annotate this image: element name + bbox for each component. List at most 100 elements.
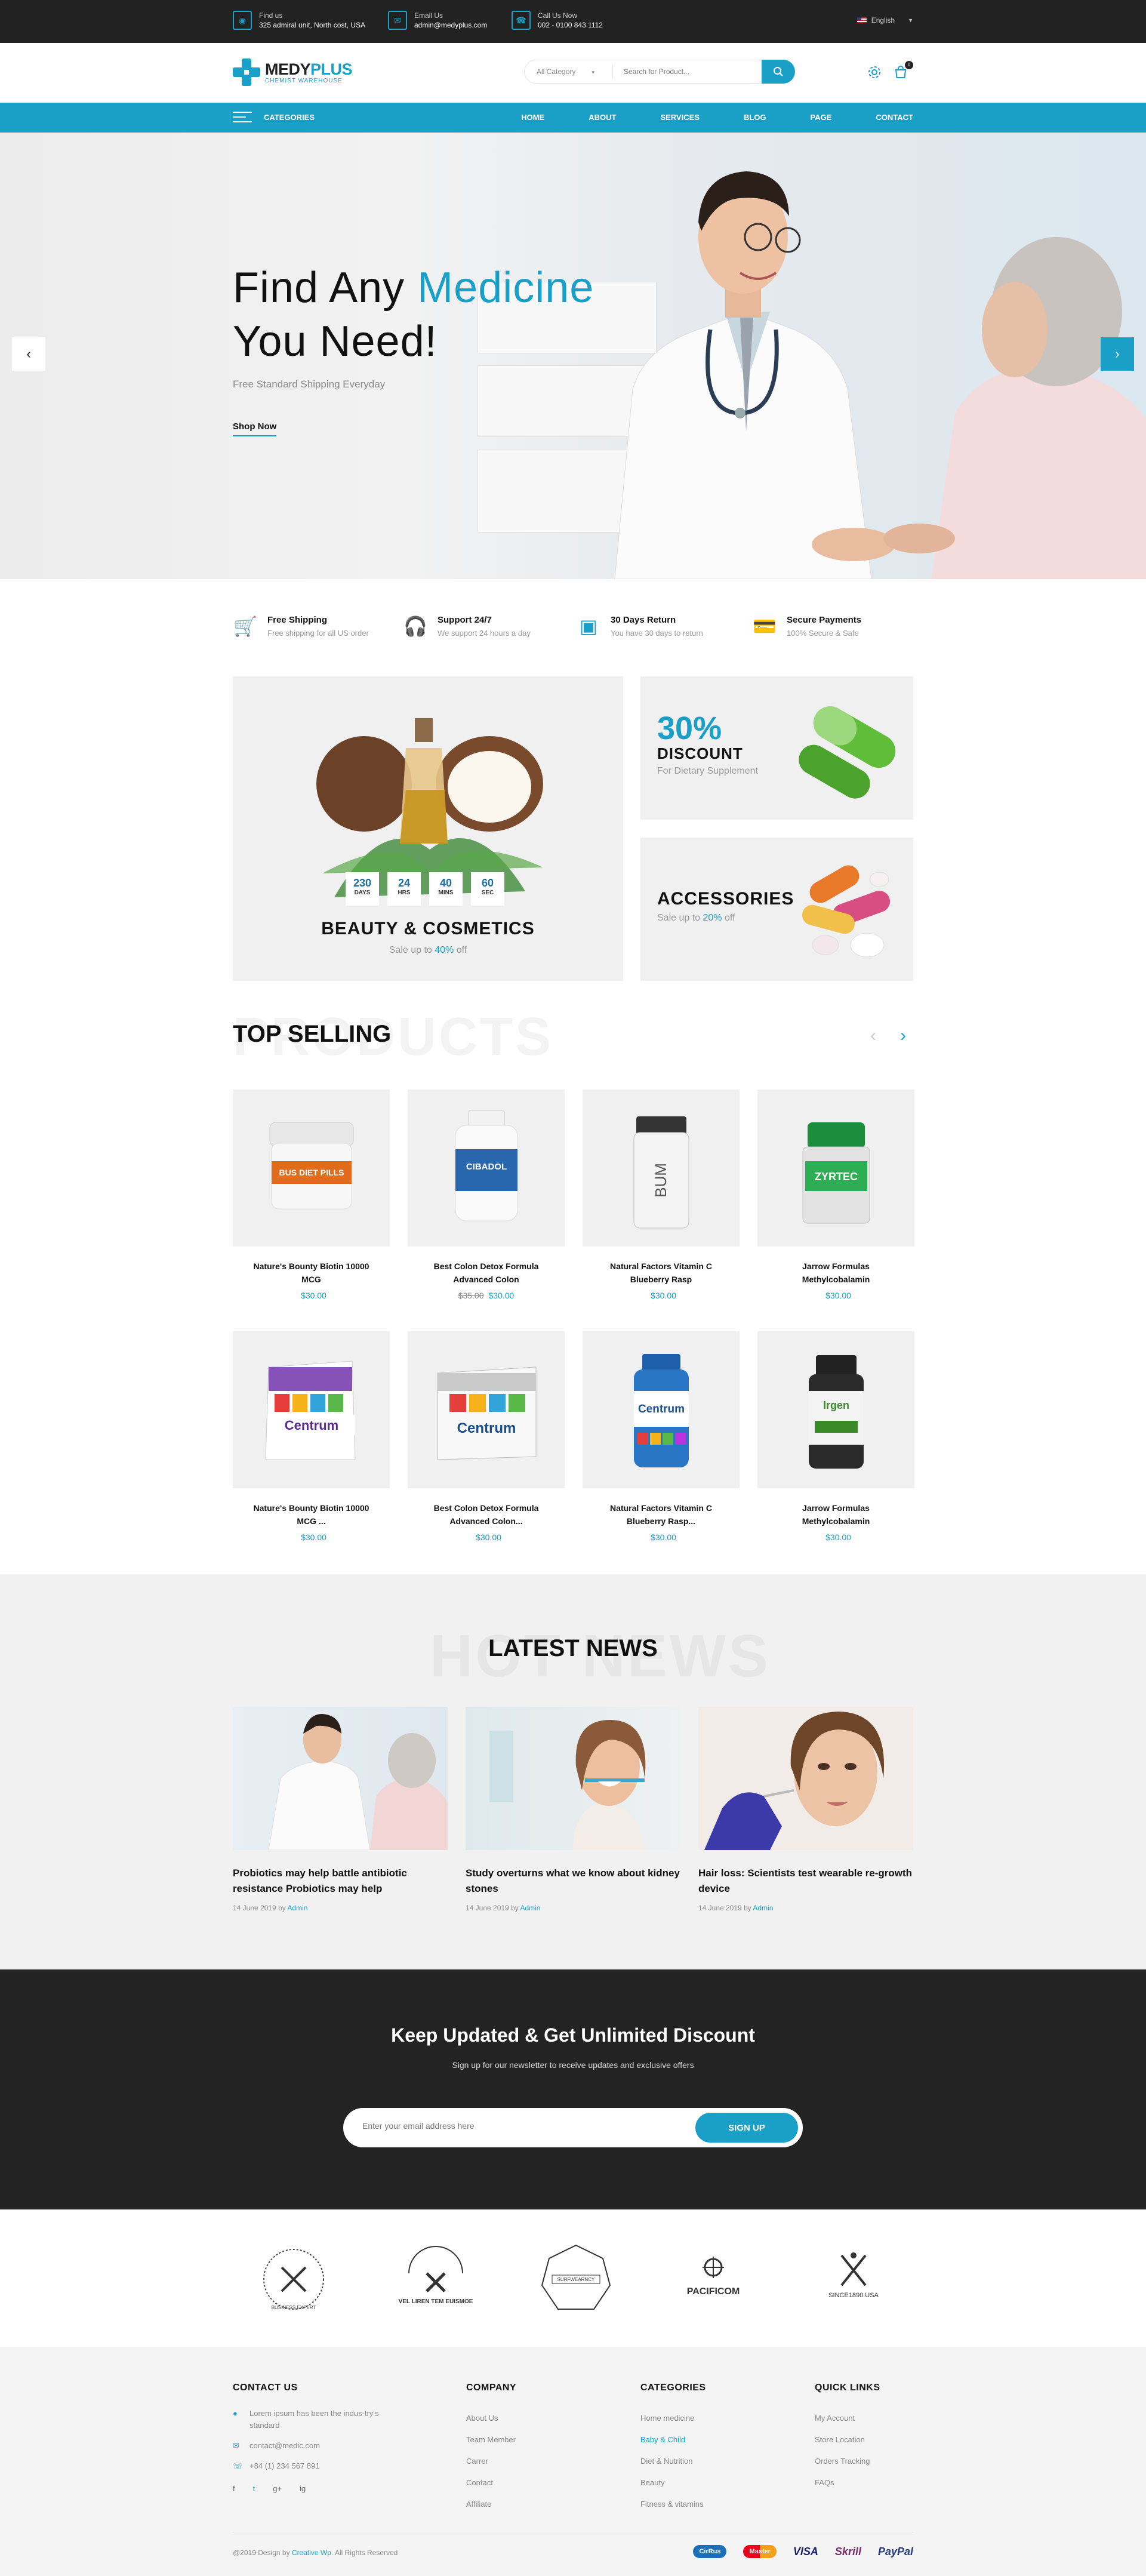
- footer-link[interactable]: Team Member: [466, 2429, 516, 2451]
- news-card[interactable]: Hair loss: Scientists test wearable re-g…: [698, 1707, 913, 1912]
- product-card[interactable]: Centrum Best Colon Detox Formula Advance…: [408, 1331, 565, 1542]
- brand-logo[interactable]: BUSINESS EXPERT: [252, 2240, 335, 2318]
- nav-blog[interactable]: BLOG: [744, 113, 766, 122]
- footer-link[interactable]: My Account: [815, 2408, 880, 2429]
- product-card[interactable]: ZYRTEC Jarrow Formulas Methylcobalamin $…: [757, 1090, 914, 1300]
- footer-link[interactable]: Beauty: [640, 2472, 706, 2494]
- instagram-icon[interactable]: ig: [300, 2484, 306, 2493]
- hero-title-highlight: Medicine: [417, 264, 594, 312]
- product-price: $30.00: [583, 1532, 740, 1542]
- countdown-value: 40: [439, 877, 452, 889]
- email-input[interactable]: [362, 2121, 601, 2131]
- footer-heading: CATEGORIES: [640, 2383, 706, 2393]
- brand-emblem-icon: SINCE1890.USA: [828, 2252, 879, 2299]
- find-us[interactable]: ◉ Find us 325 admiral unit, North cost, U…: [233, 11, 365, 30]
- facebook-icon[interactable]: f: [233, 2484, 235, 2493]
- newsletter-form: SIGN UP: [343, 2108, 803, 2147]
- product-image: BUS DIET PILLS: [233, 1090, 390, 1247]
- beauty-banner[interactable]: 230 DAYS 24 HRS 40 MINS 60 SEC BEAUTY & COSM…: [233, 676, 623, 981]
- footer-link[interactable]: Home medicine: [640, 2408, 706, 2429]
- footer-email[interactable]: ✉ contact@medic.com: [233, 2440, 412, 2452]
- language-selector[interactable]: English ▼: [857, 16, 913, 24]
- footer-link[interactable]: FAQs: [815, 2472, 880, 2494]
- product-card[interactable]: Centrum Nature's Bounty Biotin 10000 MCG…: [233, 1331, 390, 1542]
- footer-address: ● Lorem ipsum has been the indus-try's st…: [233, 2408, 412, 2432]
- nav-home[interactable]: HOME: [521, 113, 544, 122]
- brand-emblem-icon: SURFWEARNCY: [541, 2244, 611, 2310]
- footer-phone[interactable]: ☏ +84 (1) 234 567 891: [233, 2460, 412, 2472]
- feature-title: 30 Days Return: [611, 615, 676, 625]
- email-us[interactable]: ✉ Email Us admin@medyplus.com: [388, 11, 487, 30]
- top-bar: ◉ Find us 325 admiral unit, North cost, U…: [0, 0, 1146, 43]
- chevron-left-icon: ‹: [870, 1026, 876, 1045]
- category-select[interactable]: All Category ▼: [525, 64, 613, 79]
- product-name: Best Colon Detox Formula Advanced Colon.…: [433, 1503, 539, 1526]
- discount-banner[interactable]: 30% DISCOUNT For Dietary Supplement: [640, 676, 913, 820]
- chevron-left-icon: ‹: [26, 346, 31, 361]
- accessories-banner[interactable]: ACCESSORIES Sale up to 20% off: [640, 838, 913, 981]
- slider-prev-button[interactable]: ‹: [12, 337, 45, 371]
- nav-page[interactable]: PAGE: [811, 113, 832, 122]
- footer-link[interactable]: Baby & Child: [640, 2429, 706, 2451]
- cart-button[interactable]: 0: [893, 61, 913, 80]
- footer-link[interactable]: Affiliate: [466, 2494, 516, 2515]
- products-next-button[interactable]: ›: [900, 1026, 906, 1046]
- slider-next-button[interactable]: ›: [1101, 337, 1134, 371]
- header: MEDYPLUS CHEMIST WAREHOUSE All Category …: [0, 43, 1146, 103]
- product-card[interactable]: BUM Natural Factors Vitamin C Blueberry …: [583, 1090, 740, 1300]
- accessories-sub-highlight: 20%: [703, 913, 722, 923]
- product-card[interactable]: Centrum Natural Factors Vitamin C Bluebe…: [583, 1331, 740, 1542]
- logo[interactable]: MEDYPLUS CHEMIST WAREHOUSE: [233, 59, 353, 86]
- product-name: Jarrow Formulas Methylcobalamin: [802, 1261, 870, 1284]
- footer-link[interactable]: About Us: [466, 2408, 516, 2429]
- news-title: Hair loss: Scientists test wearable re-g…: [698, 1867, 913, 1894]
- countdown-unit: MINS: [438, 890, 454, 896]
- search-button[interactable]: [762, 60, 795, 84]
- categories-menu[interactable]: CATEGORIES: [233, 112, 315, 122]
- footer-link[interactable]: Carrer: [466, 2451, 516, 2472]
- product-card[interactable]: CIBADOL Best Colon Detox Formula Advance…: [408, 1090, 565, 1300]
- main-nav: CATEGORIES HOME ABOUT SERVICES BLOG PAGE…: [0, 103, 1146, 133]
- news-card[interactable]: Probiotics may help battle antibiotic re…: [233, 1707, 448, 1912]
- product-name: Nature's Bounty Biotin 10000 MCG: [253, 1261, 369, 1284]
- nav-about[interactable]: ABOUT: [589, 113, 616, 122]
- footer-link[interactable]: Contact: [466, 2472, 516, 2494]
- products-prev-button[interactable]: ‹: [870, 1026, 876, 1046]
- shop-now-button[interactable]: Shop Now: [233, 421, 277, 436]
- footer-link[interactable]: Orders Tracking: [815, 2451, 880, 2472]
- footer-heading: COMPANY: [466, 2383, 517, 2393]
- twitter-icon[interactable]: t: [253, 2484, 255, 2493]
- beauty-sub-text: Sale up to: [389, 945, 435, 955]
- brand-logo[interactable]: SINCE1890.USA: [812, 2240, 895, 2318]
- news-card[interactable]: Study overturns what we know about kidne…: [466, 1707, 680, 1912]
- brand-logo[interactable]: SURFWEARNCY: [534, 2240, 618, 2318]
- product-card[interactable]: BUS DIET PILLS Nature's Bounty Biotin 10…: [233, 1090, 390, 1300]
- category-select-value: All Category: [537, 67, 576, 76]
- feature-sub: Free shipping for all US order: [267, 629, 369, 638]
- location-icon: ●: [233, 2409, 238, 2418]
- nav-services[interactable]: SERVICES: [660, 113, 700, 122]
- footer-link[interactable]: Diet & Nutrition: [640, 2451, 706, 2472]
- logo-main: MEDY: [265, 60, 311, 78]
- footer-link[interactable]: Fitness & vitamins: [640, 2494, 706, 2515]
- search-input[interactable]: [613, 67, 750, 76]
- brand-logo[interactable]: VEL LIREN TEM EUISMOE: [394, 2240, 478, 2318]
- brand-logo[interactable]: PACIFICOM: [671, 2240, 755, 2318]
- product-label: Centrum: [285, 1418, 338, 1433]
- product-price: $30.00: [757, 1291, 914, 1300]
- countdown-timer: 230 DAYS 24 HRS 40 MINS 60 SEC: [346, 872, 504, 906]
- copyright-author-link[interactable]: Creative Wp: [292, 2549, 331, 2557]
- sign-up-button[interactable]: SIGN UP: [695, 2113, 798, 2143]
- hero-title: Find Any Medicine You Need!: [233, 261, 594, 368]
- nav-contact[interactable]: CONTACT: [876, 113, 913, 122]
- footer-link[interactable]: Store Location: [815, 2429, 880, 2451]
- settings-button[interactable]: [867, 64, 882, 80]
- call-us[interactable]: ☎ Call Us Now 002 - 0100 843 1112: [512, 11, 603, 30]
- google-plus-icon[interactable]: g+: [273, 2484, 282, 2493]
- footer-address-text: Lorem ipsum has been the indus-try's sta…: [249, 2409, 379, 2430]
- news-date: 14 June 2019 by: [233, 1904, 288, 1912]
- product-label: ZYRTEC: [815, 1171, 858, 1183]
- product-card[interactable]: Irgen Jarrow Formulas Methylcobalamin $3…: [757, 1331, 914, 1542]
- hero-subtitle: Free Standard Shipping Everyday: [233, 378, 386, 390]
- product-current-price: $30.00: [651, 1291, 676, 1300]
